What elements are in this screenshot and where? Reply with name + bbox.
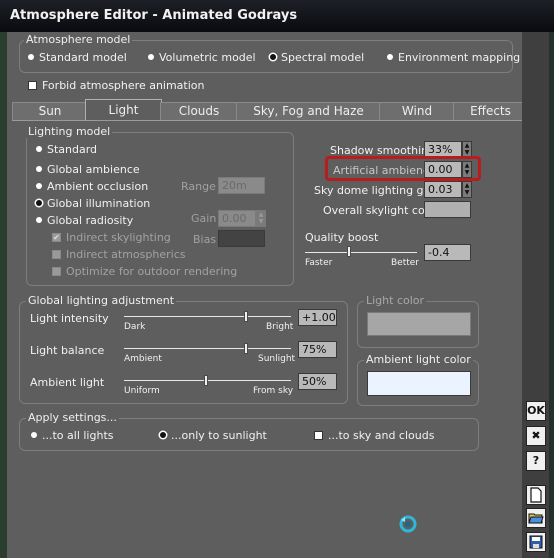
tab-sun[interactable]: Sun (12, 102, 88, 120)
radio-global-ambience[interactable]: Global ambience (36, 163, 140, 176)
quality-boost-label: Quality boost (305, 231, 379, 244)
radio-all-lights[interactable]: ...to all lights (31, 429, 114, 442)
apply-settings-label: Apply settings... (26, 411, 119, 424)
checkbox-box-icon (52, 266, 61, 276)
close-button[interactable]: ✖ (526, 426, 546, 446)
lighting-model-label: Lighting model (26, 125, 113, 138)
ambient-light-color-label: Ambient light color (364, 353, 473, 366)
save-button[interactable] (526, 532, 546, 552)
checkbox-box-icon (52, 249, 61, 259)
tab-sky-fog-haze[interactable]: Sky, Fog and Haze (236, 102, 381, 120)
atmosphere-model-label: Atmosphere model (24, 33, 133, 46)
forbid-animation-checkbox[interactable]: Forbid atmosphere animation (28, 79, 205, 92)
checkbox-box-icon (314, 430, 323, 440)
sidebar (522, 32, 549, 558)
sky-and-clouds-checkbox[interactable]: ...to sky and clouds (314, 429, 434, 442)
ambient-light-field[interactable]: 50% (298, 373, 337, 390)
optimize-outdoor-checkbox[interactable]: Optimize for outdoor rendering (52, 265, 237, 278)
radio-global-illumination[interactable]: Global illumination (36, 197, 150, 210)
radio-dot-icon (31, 432, 37, 438)
light-intensity-label: Light intensity (30, 312, 109, 325)
light-intensity-min-label: Dark (124, 322, 146, 332)
checkbox-checked-icon: ✔ (52, 232, 61, 242)
range-label: Range (181, 180, 216, 193)
radio-dot-icon (387, 54, 393, 60)
light-intensity-field[interactable]: +1.00 (298, 309, 337, 326)
window-title: Atmosphere Editor - Animated Godrays (10, 8, 298, 23)
light-balance-field[interactable]: 75% (298, 341, 337, 358)
radio-standard-model[interactable]: Standard model (28, 51, 127, 64)
radio-volumetric-model[interactable]: Volumetric model (148, 51, 256, 64)
open-folder-button[interactable] (526, 508, 546, 528)
quality-boost-min-label: Faster (305, 258, 333, 268)
ambient-light-max-label: From sky (253, 386, 294, 396)
radio-dot-icon (160, 432, 166, 438)
gain-field[interactable]: 0.00 (218, 210, 256, 227)
quality-boost-field[interactable]: -0.4 (424, 244, 471, 261)
light-color-label: Light color (364, 294, 427, 307)
sky-dome-gain-field[interactable]: 0.03 (424, 181, 462, 198)
radio-ambient-occlusion[interactable]: Ambient occlusion (36, 180, 148, 193)
radio-dot-icon (36, 166, 42, 172)
light-balance-track[interactable] (124, 348, 291, 349)
open-folder-icon (528, 513, 544, 524)
help-button[interactable]: ? (526, 451, 546, 471)
sky-dome-gain-label: Sky dome lighting gain (314, 184, 441, 197)
radio-dot-icon (28, 54, 34, 60)
tab-wind[interactable]: Wind (379, 102, 455, 120)
ambient-light-min-label: Uniform (124, 386, 160, 396)
tab-clouds[interactable]: Clouds (160, 102, 238, 120)
ambient-light-thumb[interactable] (203, 375, 208, 386)
radio-standard[interactable]: Standard (36, 143, 97, 156)
tab-light[interactable]: Light (85, 99, 162, 121)
radio-only-sunlight[interactable]: ...only to sunlight (160, 429, 267, 442)
radio-dot-icon (36, 200, 42, 206)
checkbox-box-icon (28, 80, 37, 90)
light-balance-label: Light balance (30, 344, 105, 357)
overall-skylight-color-swatch[interactable] (424, 201, 471, 218)
range-field[interactable]: 20m (218, 177, 265, 194)
highlight-annotation (325, 156, 481, 181)
light-balance-max-label: Sunlight (258, 354, 296, 364)
background-viewport-right (549, 32, 554, 558)
gain-stepper[interactable]: ▲ ▼ (256, 210, 266, 227)
light-intensity-thumb[interactable] (243, 311, 248, 322)
quality-boost-track[interactable] (305, 252, 417, 253)
radio-spectral-model[interactable]: Spectral model (270, 51, 364, 64)
new-document-icon (530, 487, 542, 503)
bias-label: Bias (193, 233, 217, 246)
radio-environment-mapping[interactable]: Environment mapping (387, 51, 520, 64)
ok-button[interactable]: OK (526, 401, 546, 421)
background-viewport-left (0, 32, 7, 558)
tab-baseline (12, 120, 528, 121)
light-balance-thumb[interactable] (243, 343, 248, 354)
radio-dot-icon (36, 217, 42, 223)
tab-effects[interactable]: Effects (453, 102, 528, 120)
quality-boost-max-label: Better (391, 258, 420, 268)
indirect-skylighting-checkbox[interactable]: ✔ Indirect skylighting (52, 231, 171, 244)
bias-field[interactable] (218, 230, 265, 247)
global-lighting-label: Global lighting adjustment (26, 294, 177, 307)
radio-global-radiosity[interactable]: Global radiosity (36, 214, 133, 227)
indirect-atmospherics-checkbox[interactable]: Indirect atmospherics (52, 248, 185, 261)
radio-dot-icon (36, 146, 42, 152)
title-bar[interactable]: Atmosphere Editor - Animated Godrays (0, 0, 554, 32)
radio-dot-icon (148, 54, 154, 60)
new-document-button[interactable] (526, 485, 546, 505)
light-color-swatch[interactable] (367, 312, 471, 336)
refresh-spinner-icon[interactable] (398, 514, 418, 534)
ambient-light-color-swatch[interactable] (367, 371, 471, 396)
radio-dot-icon (36, 183, 42, 189)
light-balance-min-label: Ambient (124, 354, 162, 364)
light-intensity-track[interactable] (124, 316, 291, 317)
ambient-light-label: Ambient light (30, 376, 105, 389)
overall-skylight-color-label: Overall skylight color (323, 204, 439, 217)
light-intensity-max-label: Bright (266, 322, 294, 332)
save-disk-icon (529, 535, 543, 549)
quality-boost-thumb[interactable] (346, 246, 351, 257)
radio-dot-icon (270, 54, 276, 60)
gain-label: Gain (191, 212, 217, 225)
sky-dome-gain-stepper[interactable]: ▲ ▼ (462, 181, 472, 198)
